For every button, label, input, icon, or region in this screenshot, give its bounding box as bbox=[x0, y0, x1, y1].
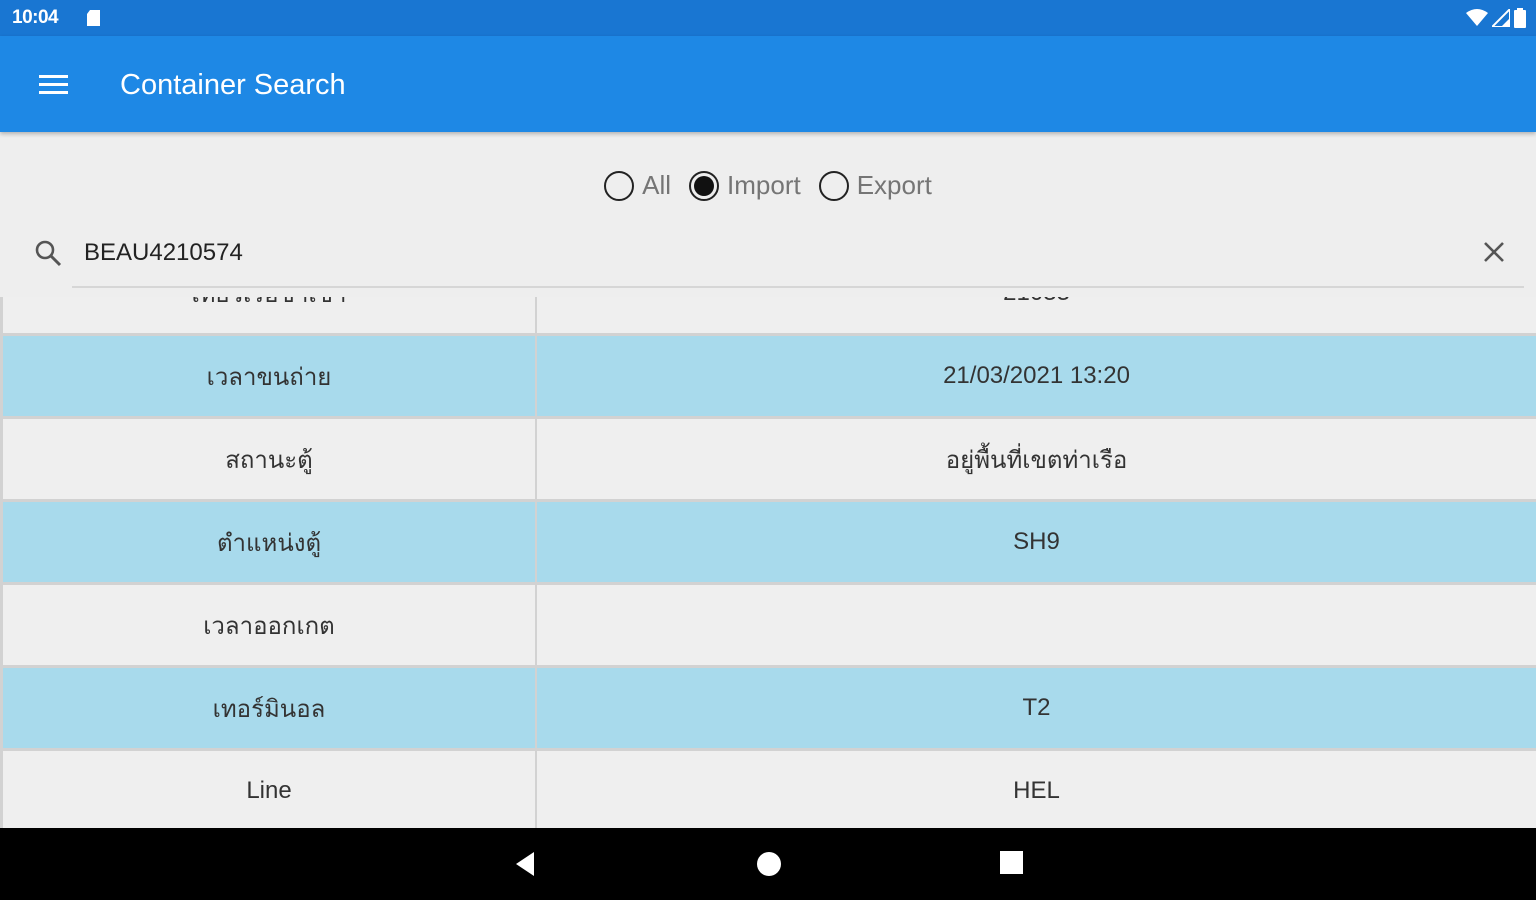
radio-label-import: Import bbox=[727, 170, 801, 200]
table-row: เทอร์มินอล T2 bbox=[0, 668, 1536, 751]
radio-export[interactable]: Export bbox=[818, 170, 932, 201]
signal-icon bbox=[1489, 6, 1511, 31]
row-label: เทอร์มินอล bbox=[0, 668, 537, 748]
details-table[interactable]: เที่ยวเรือขาเข้า 21033 เวลาขนถ่าย 21/03/… bbox=[0, 297, 1536, 828]
battery-icon bbox=[1514, 8, 1526, 32]
search-input[interactable] bbox=[84, 234, 1444, 272]
close-icon[interactable] bbox=[1481, 239, 1507, 269]
page-title: Container Search bbox=[120, 69, 346, 101]
status-bar: 10:04 bbox=[0, 0, 1536, 36]
table-row: เวลาออกเกต bbox=[0, 585, 1536, 668]
search-icon bbox=[33, 238, 63, 272]
row-label: เที่ยวเรือขาเข้า bbox=[0, 297, 537, 333]
row-value: HEL bbox=[1013, 777, 1060, 804]
search-underline bbox=[72, 286, 1524, 288]
radio-button-unchecked[interactable] bbox=[604, 170, 635, 201]
radio-button-checked[interactable] bbox=[689, 170, 720, 201]
home-icon[interactable] bbox=[755, 850, 783, 882]
row-value: อยู่พื้นที่เขตท่าเรือ bbox=[945, 446, 1128, 474]
table-row: สถานะตู้ อยู่พื้นที่เขตท่าเรือ bbox=[0, 419, 1536, 502]
radio-dot bbox=[694, 175, 715, 196]
row-value: 21/03/2021 13:20 bbox=[943, 362, 1130, 389]
filter-radio-group: All Import Export bbox=[0, 170, 1536, 201]
row-label: Line bbox=[0, 751, 537, 828]
row-value: T2 bbox=[1022, 694, 1051, 721]
radio-all[interactable]: All bbox=[604, 170, 671, 201]
row-value: SH9 bbox=[1013, 528, 1060, 555]
system-nav-bar bbox=[0, 828, 1536, 900]
row-label: เวลาออกเกต bbox=[0, 585, 537, 665]
status-time: 10:04 bbox=[12, 7, 59, 28]
radio-label-all: All bbox=[642, 170, 672, 200]
app-bar: Container Search bbox=[0, 36, 1536, 132]
row-value: 21033 bbox=[537, 297, 1536, 333]
back-icon[interactable] bbox=[512, 850, 538, 882]
search-bar bbox=[0, 226, 1536, 286]
table-row: Line HEL bbox=[0, 751, 1536, 828]
row-label: สถานะตู้ bbox=[0, 419, 537, 499]
hamburger-menu-icon[interactable] bbox=[36, 70, 72, 100]
table-row: ตำแหน่งตู้ SH9 bbox=[0, 502, 1536, 585]
table-row: เวลาขนถ่าย 21/03/2021 13:20 bbox=[0, 336, 1536, 419]
row-label: เวลาขนถ่าย bbox=[0, 336, 537, 416]
row-value bbox=[537, 585, 1536, 665]
sd-card-icon bbox=[85, 9, 103, 31]
recents-icon[interactable] bbox=[999, 850, 1025, 880]
system-icons bbox=[1466, 6, 1526, 32]
wifi-icon bbox=[1466, 9, 1488, 31]
table-row: เที่ยวเรือขาเข้า 21033 bbox=[0, 297, 1536, 336]
radio-label-export: Export bbox=[856, 170, 932, 200]
row-label: ตำแหน่งตู้ bbox=[0, 502, 537, 582]
radio-import[interactable]: Import bbox=[689, 170, 801, 201]
radio-button-unchecked[interactable] bbox=[818, 170, 849, 201]
